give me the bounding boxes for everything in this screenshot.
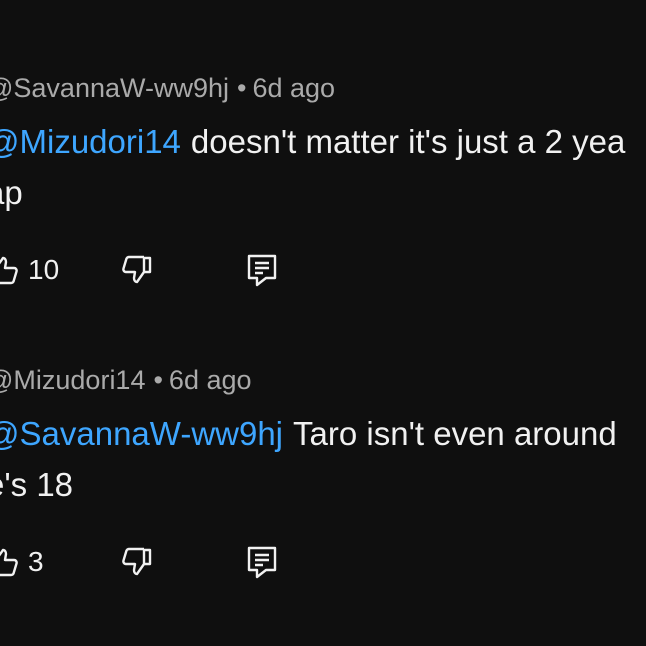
comment-actions: 10: [0, 250, 280, 290]
comment-text-line: ap: [0, 174, 23, 211]
comment-text-line: @Mizudori14 doesn't matter it's just a 2 …: [0, 116, 646, 167]
comment-text: @Mizudori14 doesn't matter it's just a 2 …: [0, 116, 646, 218]
like-count: 3: [28, 546, 44, 577]
comment-time: 6d ago: [168, 365, 252, 395]
comment-meta: @Mizudori14 • 6d ago: [0, 360, 646, 400]
like-count: 10: [28, 254, 60, 285]
comment-text-content: Taro isn't even around: [293, 415, 617, 452]
comment-text: @SavannaW-ww9hj Taro isn't even around e'…: [0, 408, 646, 510]
thumbs-down-icon[interactable]: [118, 252, 154, 288]
meta-separator: •: [237, 73, 247, 103]
thumbs-up-icon[interactable]: [0, 544, 22, 580]
reply-comment-icon[interactable]: [244, 544, 280, 580]
comments-thread: @SavannaW-ww9hj • 6d ago @Mizudori14 doesn'…: [0, 0, 646, 646]
thumbs-up-icon[interactable]: [0, 252, 22, 288]
comment-time: 6d ago: [252, 73, 336, 103]
comment-item: @SavannaW-ww9hj • 6d ago @Mizudori14 doesn'…: [0, 68, 646, 287]
like-button[interactable]: 3: [0, 544, 118, 580]
comment-author[interactable]: @Mizudori14: [0, 365, 145, 395]
comment-text-line: @SavannaW-ww9hj Taro isn't even around: [0, 408, 646, 459]
meta-separator: •: [153, 365, 163, 395]
like-button[interactable]: 10: [0, 252, 118, 288]
comment-text-line: e's 18: [0, 466, 74, 503]
comment-author[interactable]: @SavannaW-ww9hj: [0, 73, 229, 103]
comment-meta: @SavannaW-ww9hj • 6d ago: [0, 68, 646, 108]
thumbs-down-icon[interactable]: [118, 544, 154, 580]
comment-actions: 3: [0, 542, 280, 582]
mention-link[interactable]: @SavannaW-ww9hj: [0, 415, 283, 452]
comment-item: @Mizudori14 • 6d ago @SavannaW-ww9hj Taro i…: [0, 360, 646, 579]
reply-comment-icon[interactable]: [244, 252, 280, 288]
comment-text-content: doesn't matter it's just a 2 yea: [190, 123, 626, 160]
mention-link[interactable]: @Mizudori14: [0, 123, 181, 160]
